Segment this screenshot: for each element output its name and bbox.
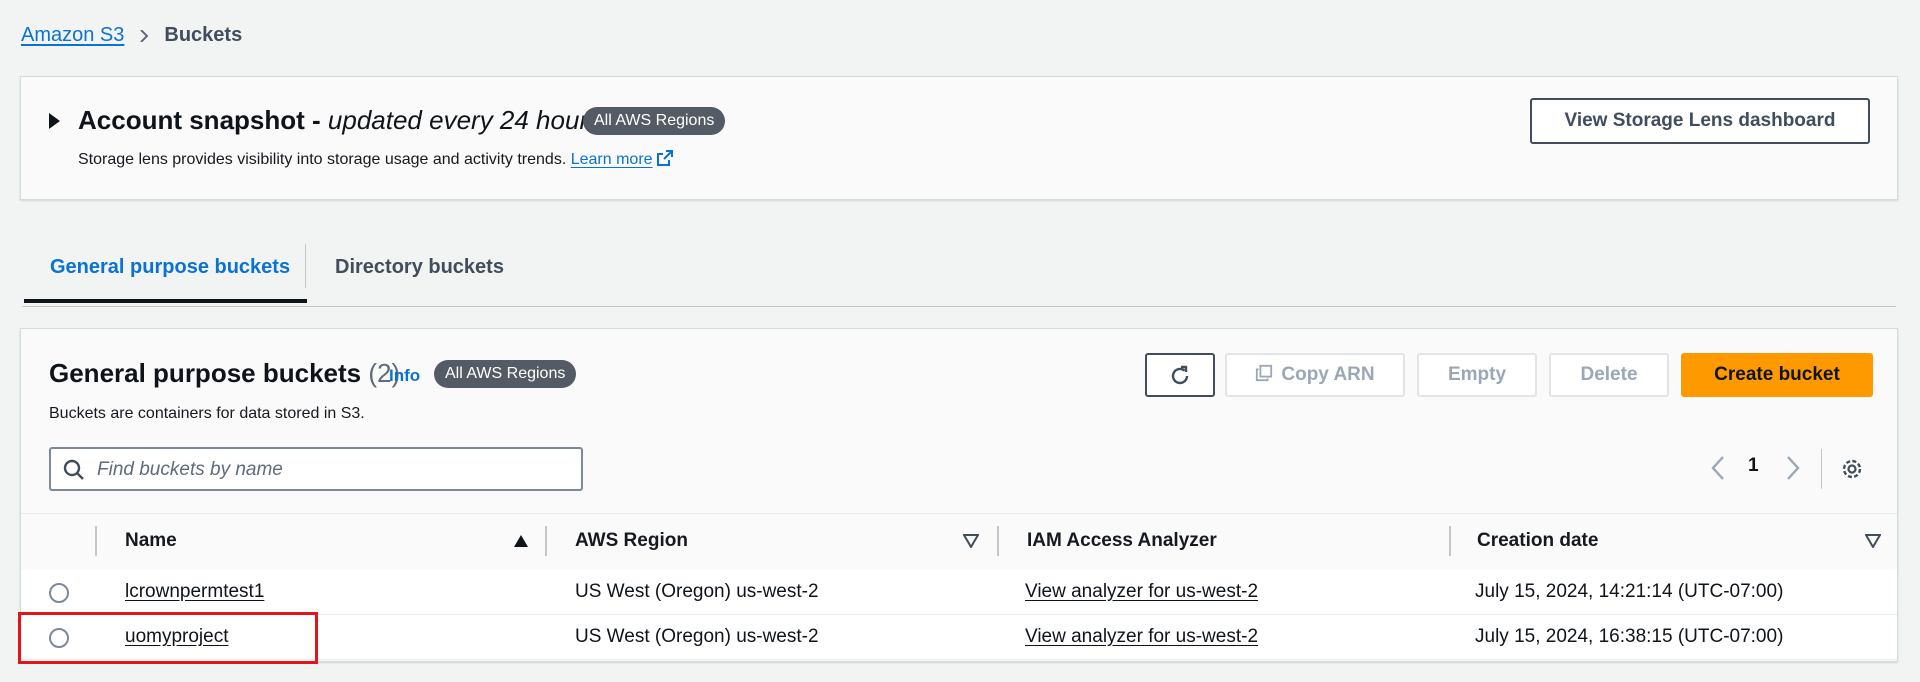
column-divider [545, 526, 547, 556]
sort-icon[interactable] [963, 534, 979, 548]
snapshot-title-italic: updated every 24 hours [327, 105, 602, 135]
highlight-box [18, 612, 318, 664]
chevron-right-icon [140, 29, 149, 42]
creation-date: July 15, 2024, 16:38:15 (UTC-07:00) [1475, 626, 1784, 647]
buckets-title-text: General purpose buckets [49, 358, 362, 388]
view-analyzer-link[interactable]: View analyzer for us-west-2 [1025, 581, 1258, 603]
table-header: Name AWS Region IAM Access Analyzer Crea… [21, 513, 1897, 571]
copy-icon [1256, 364, 1273, 382]
search-box [49, 447, 583, 491]
column-header-region[interactable]: AWS Region [575, 530, 688, 552]
regions-badge: All AWS Regions [434, 360, 577, 388]
copy-arn-button[interactable]: Copy ARN [1225, 353, 1405, 397]
search-icon [63, 459, 84, 480]
page-number[interactable]: 1 [1748, 455, 1759, 477]
buckets-panel-title: General purpose buckets (2) [49, 358, 400, 389]
regions-badge: All AWS Regions [583, 107, 726, 135]
active-tab-indicator [24, 299, 307, 303]
row-select-radio[interactable] [49, 583, 69, 603]
empty-button[interactable]: Empty [1417, 353, 1537, 397]
buckets-description: Buckets are containers for data stored i… [49, 405, 365, 422]
sort-ascending-icon[interactable] [513, 534, 529, 548]
pagination-divider [1821, 449, 1822, 489]
snapshot-description-text: Storage lens provides visibility into st… [78, 151, 567, 168]
info-link[interactable]: Info [389, 366, 420, 386]
create-bucket-button[interactable]: Create bucket [1681, 353, 1873, 397]
bucket-region: US West (Oregon) us-west-2 [575, 581, 819, 602]
breadcrumb-current: Buckets [164, 24, 243, 46]
table-row: lcrownpermtest1 US West (Oregon) us-west… [21, 570, 1897, 615]
creation-date: July 15, 2024, 14:21:14 (UTC-07:00) [1475, 581, 1784, 602]
learn-more-link[interactable]: Learn more [570, 150, 674, 168]
snapshot-title[interactable]: Account snapshot - updated every 24 hour… [78, 105, 601, 136]
chevron-left-icon[interactable] [1707, 455, 1729, 481]
expand-caret-icon[interactable] [49, 113, 60, 129]
snapshot-title-text: Account snapshot - [78, 105, 328, 135]
delete-button[interactable]: Delete [1549, 353, 1669, 397]
view-analyzer-link[interactable]: View analyzer for us-west-2 [1025, 626, 1258, 648]
search-input[interactable] [95, 453, 569, 487]
column-header-iam-access-analyzer[interactable]: IAM Access Analyzer [1027, 530, 1217, 552]
refresh-icon [1171, 365, 1189, 385]
breadcrumb-amazon-s3-link[interactable]: Amazon S3 [21, 24, 124, 47]
tab-divider [305, 244, 306, 288]
learn-more-text: Learn more [570, 151, 653, 168]
view-storage-lens-button[interactable]: View Storage Lens dashboard [1530, 98, 1870, 144]
column-header-creation-date[interactable]: Creation date [1477, 530, 1598, 552]
tab-general-purpose-buckets[interactable]: General purpose buckets [50, 244, 290, 304]
chevron-right-icon[interactable] [1782, 455, 1804, 481]
tab-directory-buckets[interactable]: Directory buckets [335, 244, 504, 304]
column-divider [95, 526, 97, 556]
gear-icon[interactable] [1839, 456, 1865, 482]
breadcrumb: Amazon S3 Buckets [21, 24, 242, 47]
column-header-name[interactable]: Name [125, 530, 177, 552]
refresh-button[interactable] [1145, 353, 1215, 397]
column-divider [1449, 526, 1451, 556]
snapshot-description: Storage lens provides visibility into st… [78, 149, 674, 169]
bucket-name-link[interactable]: lcrownpermtest1 [125, 581, 264, 603]
bucket-region: US West (Oregon) us-west-2 [575, 626, 819, 647]
bucket-type-tabs [22, 244, 1896, 307]
column-divider [997, 526, 999, 556]
external-link-icon [656, 150, 673, 166]
copy-arn-label: Copy ARN [1281, 364, 1375, 385]
account-snapshot-panel: Account snapshot - updated every 24 hour… [20, 76, 1898, 200]
sort-icon[interactable] [1865, 534, 1881, 548]
